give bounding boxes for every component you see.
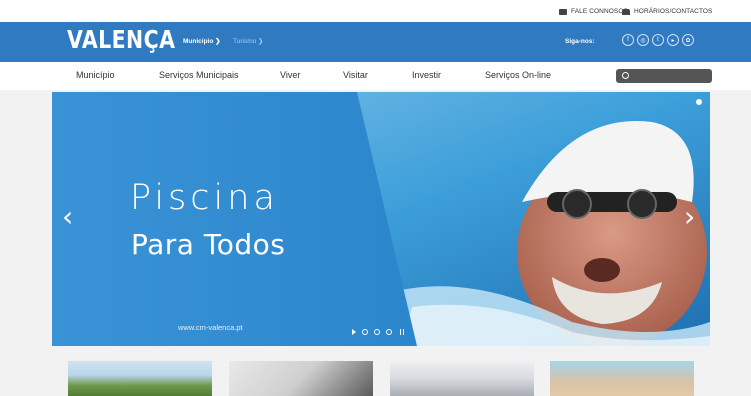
- contact-link[interactable]: FALE CONNOSCO: [559, 8, 628, 15]
- utility-bar: FALE CONNOSCO HORÁRIOS/CONTACTOS: [0, 0, 751, 22]
- search-icon[interactable]: [622, 72, 629, 79]
- phone-icon: [622, 8, 630, 15]
- twitter-icon[interactable]: t: [652, 34, 664, 46]
- hours-label: HORÁRIOS/CONTACTOS: [634, 8, 713, 15]
- slide-dot-3[interactable]: [386, 329, 392, 335]
- site-header: VALENÇA Município ❯ Turismo ❯ Siga-nos: …: [0, 22, 751, 62]
- nav-item-viver[interactable]: Viver: [280, 70, 300, 80]
- social-icons: f ◎ t ▸ ✿: [622, 34, 694, 46]
- thumbnail-landscape[interactable]: [68, 361, 212, 396]
- slide-url: www.cm-valenca.pt: [178, 323, 243, 332]
- pause-icon[interactable]: [400, 329, 404, 335]
- nav-item-visitar[interactable]: Visitar: [343, 70, 368, 80]
- chat-icon: [559, 8, 567, 15]
- slide-dot-2[interactable]: [374, 329, 380, 335]
- nav-item-servicos-municipais[interactable]: Serviços Municipais: [159, 70, 239, 80]
- youtube-icon[interactable]: ▸: [667, 34, 679, 46]
- follow-label: Siga-nos:: [565, 38, 595, 45]
- thumbnail-people[interactable]: [390, 361, 534, 396]
- play-icon[interactable]: [352, 329, 356, 335]
- hero-slider[interactable]: [52, 92, 710, 346]
- instagram-icon[interactable]: ◎: [637, 34, 649, 46]
- prev-slide-icon[interactable]: ‹: [62, 202, 76, 232]
- slider-controls: [352, 329, 404, 335]
- breadcrumb-municipio[interactable]: Município ❯: [183, 37, 221, 45]
- site-logo[interactable]: VALENÇA: [67, 25, 175, 54]
- search-input[interactable]: [616, 69, 712, 83]
- other-icon[interactable]: ✿: [682, 34, 694, 46]
- breadcrumb-label: Turismo: [233, 38, 257, 45]
- thumbnail-signing-document[interactable]: [229, 361, 373, 396]
- swimmer-photo: [52, 92, 710, 346]
- contact-label: FALE CONNOSCO: [571, 8, 629, 15]
- breadcrumb-label: Município: [183, 38, 214, 45]
- breadcrumb-turismo[interactable]: Turismo ❯: [233, 37, 264, 45]
- slide-title: Piscina: [130, 178, 279, 218]
- slide-subtitle: Para Todos: [131, 228, 286, 261]
- hours-contacts-link[interactable]: HORÁRIOS/CONTACTOS: [622, 8, 712, 15]
- nav-item-servicos-online[interactable]: Serviços On-line: [485, 70, 551, 80]
- nav-item-municipio[interactable]: Município: [76, 70, 115, 80]
- facebook-icon[interactable]: f: [622, 34, 634, 46]
- main-nav: Município Serviços Municipais Viver Visi…: [0, 62, 751, 90]
- thumbnail-family[interactable]: [550, 361, 694, 396]
- nav-item-investir[interactable]: Investir: [412, 70, 441, 80]
- slider-indicator-icon: [696, 99, 702, 105]
- slide-dot-1[interactable]: [362, 329, 368, 335]
- next-slide-icon[interactable]: ›: [684, 202, 698, 232]
